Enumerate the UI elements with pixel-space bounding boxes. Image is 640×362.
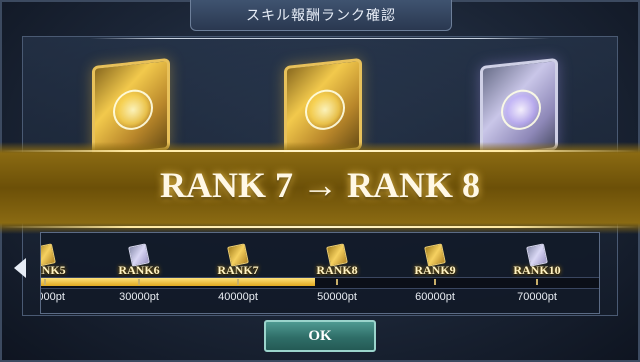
rank-points: 60000pt	[415, 291, 455, 303]
banner-glow-top	[0, 150, 640, 152]
header-divider	[90, 38, 550, 39]
book-emblem-icon	[113, 87, 153, 132]
ok-button-label: OK	[308, 327, 332, 344]
rank-tick	[138, 279, 140, 285]
rank-label: RANK6	[118, 263, 160, 277]
rank-tick	[336, 279, 338, 285]
rank-points: 30000pt	[119, 291, 159, 303]
rank-node-5: RANK5 20000pt	[41, 233, 80, 303]
rank-book-icon	[326, 243, 348, 267]
rank-tick	[237, 279, 239, 285]
rank-node-8: RANK8 50000pt	[302, 233, 372, 303]
rank-node-7: RANK7 40000pt	[203, 233, 273, 303]
page-title: スキル報酬ランク確認	[246, 7, 396, 23]
progress-bar-fill	[41, 278, 315, 286]
rank-points: 50000pt	[317, 291, 357, 303]
rank-label: RANK7	[217, 263, 259, 277]
rank-label: RANK10	[513, 263, 561, 277]
rank-track[interactable]: RANK5 20000pt RANK6 30000pt RANK7 40000p…	[40, 232, 600, 314]
rank-book-icon	[526, 243, 548, 267]
triangle-left-icon[interactable]	[14, 258, 26, 278]
rank-up-text: RANK 7 → RANK 8	[160, 165, 480, 205]
rank-book-icon	[424, 243, 446, 267]
rank-tick	[44, 279, 46, 285]
header-tab: スキル報酬ランク確認	[190, 0, 452, 31]
rank-tick	[536, 279, 538, 285]
rank-book-icon	[41, 243, 56, 267]
rank-points: 20000pt	[41, 291, 65, 303]
book-emblem-icon	[305, 87, 345, 132]
banner-glow-bottom	[0, 226, 640, 228]
rank-book-icon	[227, 243, 249, 267]
rank-book-icon	[128, 243, 150, 267]
rank-label: RANK5	[41, 263, 66, 277]
rank-label: RANK8	[316, 263, 358, 277]
rank-points: 70000pt	[517, 291, 557, 303]
book-emblem-icon	[501, 87, 541, 132]
rank-tick	[434, 279, 436, 285]
rank-node-6: RANK6 30000pt	[104, 233, 174, 303]
rank-node-9: RANK9 60000pt	[400, 233, 470, 303]
rank-label: RANK9	[414, 263, 456, 277]
ok-button[interactable]: OK	[264, 320, 376, 352]
rank-points: 40000pt	[218, 291, 258, 303]
rank-node-10: RANK10 70000pt	[502, 233, 572, 303]
